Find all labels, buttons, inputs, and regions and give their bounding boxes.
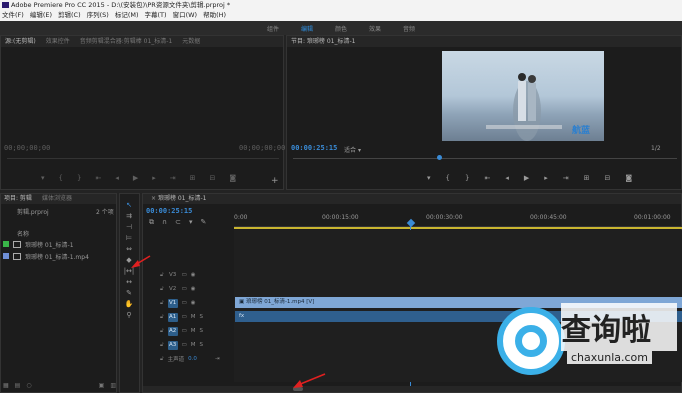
site-watermark: 查询啦 chaxunla.com [497,303,677,381]
watermark-url: chaxunla.com [567,351,652,364]
red-arrow-icon [293,373,326,388]
watermark-logo-icon [497,307,565,375]
watermark-text: 查询啦 [561,313,651,348]
red-arrow-icon [131,255,151,268]
